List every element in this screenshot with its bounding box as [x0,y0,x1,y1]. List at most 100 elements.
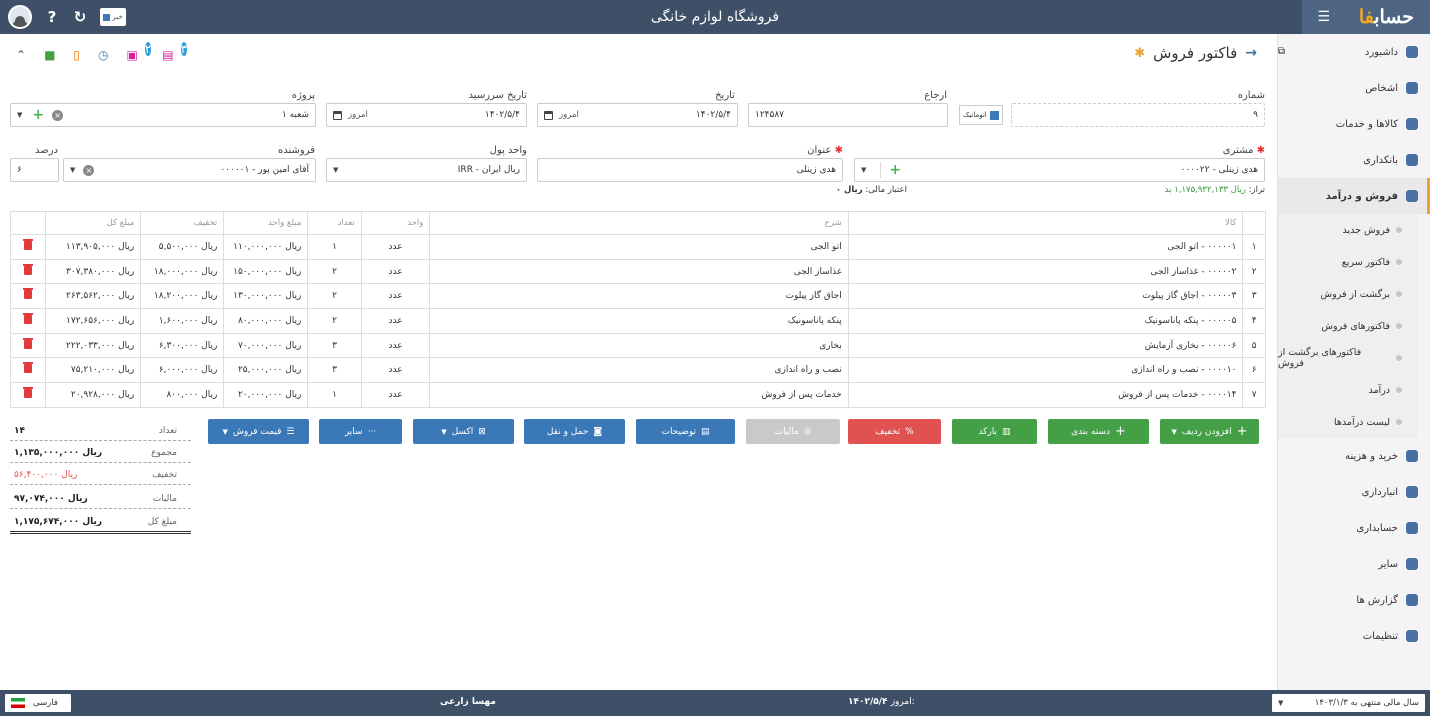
customer-select[interactable]: ▼ +۰۰۰۰۲۲ - هدی زینلی [854,158,1265,182]
cell-item[interactable]: ۰۰۰۰۱۴ - خدمات پس از فروش [847,382,1244,408]
delete-row-cell[interactable] [10,258,46,285]
cell-qty[interactable]: ۲ [307,308,362,334]
delete-row-cell[interactable] [10,234,46,260]
cell-item[interactable]: ۰۰۰۰۰۱ - اتو الجی [847,234,1244,260]
cell-desc[interactable]: بخاری [429,332,849,359]
cell-qty[interactable]: ۳ [307,357,362,384]
auto-number-toggle[interactable]: اتوماتیک [959,105,1003,125]
delete-row-cell[interactable] [10,382,46,408]
cell-disc[interactable]: ریال ۱,۶۰۰,۰۰۰ [140,308,225,334]
cell-qty[interactable]: ۱ [307,382,362,408]
table-row[interactable]: ۱ ۰۰۰۰۰۱ - اتو الجی اتو الجی عدد ۱ ریال ۱۱۰,۰… [10,234,1266,260]
categorize-button[interactable]: دسته بندی + [1048,419,1149,444]
sale-price-button[interactable]: ▼ قیمت فروش ☰ [208,419,309,444]
sidebar-sub-sale-invoices[interactable]: فاکتورهای فروش [1278,310,1418,342]
news-button[interactable]: خبر [100,8,126,26]
excel-button[interactable]: ▼ اکسل ⊠ [413,419,514,444]
cell-desc[interactable]: غذاساز الجی [429,258,849,285]
back-arrow-icon[interactable]: → [1245,45,1257,61]
sidebar-item-purchase[interactable]: خرید و هزینه [1278,438,1430,474]
percent-field[interactable]: ۶ [10,158,59,182]
cell-item[interactable]: ۰۰۰۰۰۵ - پنکه پاناسونیک [847,308,1244,334]
other-button[interactable]: سایر ··· [319,419,402,444]
discount-button[interactable]: تخفیف% [848,419,941,444]
cell-qty[interactable]: ۱ [307,234,362,260]
cell-desc[interactable]: خدمات پس از فروش [429,382,849,408]
trash-icon[interactable] [22,362,33,374]
cell-total[interactable]: ریال ۱۱۳,۹۰۵,۰۰۰ [44,234,142,260]
cell-desc[interactable]: اتو الجی [429,234,849,260]
cell-desc[interactable]: پنکه پاناسونیک [429,308,849,334]
delete-row-cell[interactable] [10,283,46,310]
cell-price[interactable]: ریال ۷۰,۰۰۰,۰۰۰ [223,332,309,359]
cell-unit[interactable]: عدد [360,382,431,408]
cell-price[interactable]: ریال ۲۰,۰۰۰,۰۰۰ [223,382,309,408]
cell-disc[interactable]: ریال ۶,۳۰۰,۰۰۰ [140,332,225,359]
cell-unit[interactable]: عدد [360,258,431,285]
currency-select[interactable]: ▼ IRR - ریال ایران [326,158,527,182]
cell-total[interactable]: ریال ۷۵,۲۱۰,۰۰۰ [44,357,142,384]
reference-field[interactable]: ۱۲۴۵۸۷ [748,103,948,127]
cell-unit[interactable]: عدد [360,332,431,359]
delete-row-cell[interactable] [10,332,46,359]
table-row[interactable]: ۶ ۰۰۰۰۱۰ - نصب و راه اندازی نصب و راه اندا… [10,357,1266,384]
sidebar-sub-sale-return[interactable]: برگشت از فروش [1278,278,1418,310]
add-row-button[interactable]: ▼ افزودن ردیف + [1160,419,1259,444]
cell-qty[interactable]: ۲ [307,283,362,310]
sidebar-sub-income[interactable]: درآمد [1278,374,1418,406]
cell-price[interactable]: ریال ۸۰,۰۰۰,۰۰۰ [223,308,309,334]
trash-icon[interactable] [22,238,33,250]
current-user[interactable]: مهسا زارعی [440,697,496,707]
collapse-sidebar-icon[interactable]: ⧉ [1278,46,1285,57]
table-row[interactable]: ۳ ۰۰۰۰۰۳ - اجاق گاز پیلوت اجاق گاز پیلوت عد… [10,283,1266,310]
sidebar-sub-return-invoices[interactable]: فاکتورهای برگشت از فروش [1278,342,1418,374]
save-icon[interactable]: ■ [44,48,55,62]
table-row[interactable]: ۲ ۰۰۰۰۰۲ - غذاساز الجی غذاساز الجی عدد ۲ ریال… [10,258,1266,285]
invoice-number-field[interactable]: ۹ [1011,103,1265,127]
cell-total[interactable]: ریال ۲۶۳,۵۶۲,۰۰۰ [44,283,142,310]
cell-disc[interactable]: ریال ۸۰۰,۰۰۰ [140,382,225,408]
cell-unit[interactable]: عدد [360,234,431,260]
cell-unit[interactable]: عدد [360,357,431,384]
date-field[interactable]: امروز ۱۴۰۲/۵/۴ [537,103,738,127]
sidebar-item-dashboard[interactable]: داشبورد [1278,34,1430,70]
table-row[interactable]: ۴ ۰۰۰۰۰۵ - پنکه پاناسونیک پنکه پاناسونیک عد… [10,308,1266,334]
title-field[interactable]: هدی زینلی [537,158,843,182]
tax-button[interactable]: مالیات ⊜ [746,419,840,444]
trash-icon[interactable] [22,263,33,275]
delete-row-cell[interactable] [10,357,46,384]
sidebar-item-settings[interactable]: تنظیمات [1278,618,1430,654]
cell-price[interactable]: ریال ۱۳۰,۰۰۰,۰۰۰ [223,283,309,310]
cell-qty[interactable]: ۲ [307,258,362,285]
cell-disc[interactable]: ریال ۱۸,۲۰۰,۰۰۰ [140,283,225,310]
sidebar-sub-income-list[interactable]: لیست درآمدها [1278,406,1418,438]
cell-item[interactable]: ۰۰۰۰۰۳ - اجاق گاز پیلوت [847,283,1244,310]
sidebar-sub-new-sale[interactable]: فروش جدید [1278,214,1418,246]
sidebar-item-sales[interactable]: فروش و درآمد [1278,178,1430,214]
sidebar-sub-quick-invoice[interactable]: فاکتور سریع [1278,246,1418,278]
cart-icon[interactable]: ▣ ۲ [127,42,152,62]
cell-total[interactable]: ریال ۲۰,۹۲۸,۰۰۰ [44,382,142,408]
cell-total[interactable]: ریال ۳۰۷,۳۸۰,۰۰۰ [44,258,142,285]
cell-item[interactable]: ۰۰۰۰۱۰ - نصب و راه اندازی [847,357,1244,384]
refresh-icon[interactable]: ↻ [72,8,88,26]
sidebar-item-warehouse[interactable]: انبارداری [1278,474,1430,510]
cell-price[interactable]: ریال ۱۱۰,۰۰۰,۰۰۰ [223,234,309,260]
cell-desc[interactable]: نصب و راه اندازی [429,357,849,384]
barcode-button[interactable]: بارکد ▥ [952,419,1037,444]
message-icon[interactable]: ▤ ۳ [162,42,188,62]
sidebar-item-products[interactable]: کالاها و خدمات [1278,106,1430,142]
trash-icon[interactable] [22,312,33,324]
notes-button[interactable]: توضیحات ▤ [636,419,735,444]
cell-total[interactable]: ریال ۱۷۲,۶۵۶,۰۰۰ [44,308,142,334]
fiscal-year-select[interactable]: ▼ سال مالی منتهی به ۱۴۰۳/۱/۳ [1272,694,1425,712]
sidebar-item-accounting[interactable]: حسابداری [1278,510,1430,546]
cell-price[interactable]: ریال ۱۵۰,۰۰۰,۰۰۰ [223,258,309,285]
history-icon[interactable]: ◷ [98,48,108,62]
cell-item[interactable]: ۰۰۰۰۰۲ - غذاساز الجی [847,258,1244,285]
cell-qty[interactable]: ۳ [307,332,362,359]
cell-desc[interactable]: اجاق گاز پیلوت [429,283,849,310]
help-icon[interactable]: ? [44,8,60,26]
cell-disc[interactable]: ریال ۶,۰۰۰,۰۰۰ [140,357,225,384]
sidebar-item-reports[interactable]: گزارش ها [1278,582,1430,618]
